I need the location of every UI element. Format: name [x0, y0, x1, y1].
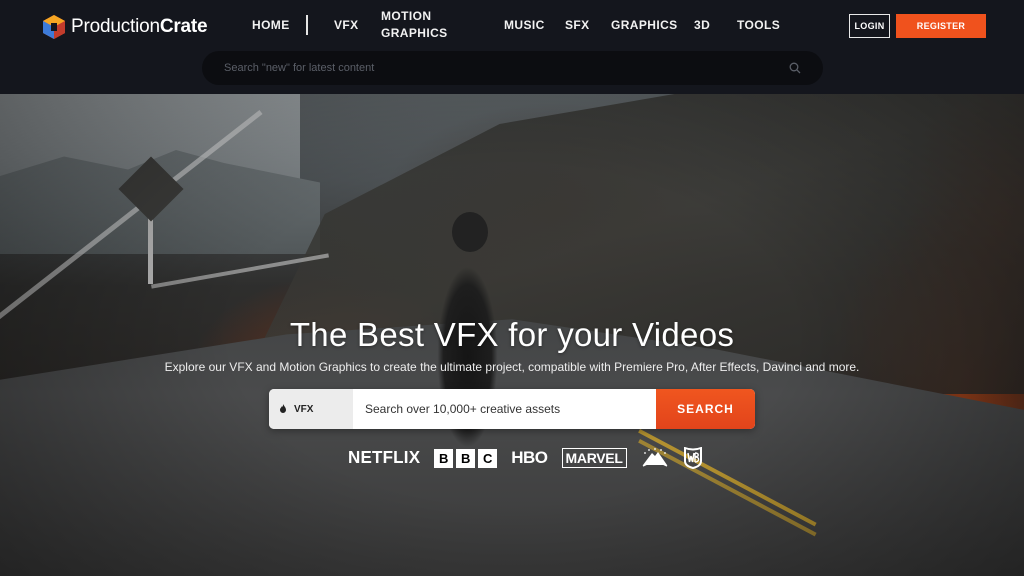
nav-music[interactable]: MUSIC: [504, 17, 545, 34]
logo-text: ProductionCrate: [71, 16, 208, 38]
productioncrate-logo-icon: [43, 15, 65, 39]
hero-subtitle: Explore our VFX and Motion Graphics to c…: [164, 360, 860, 374]
hero-search-input[interactable]: [353, 389, 656, 429]
category-select-value: VFX: [294, 403, 314, 415]
bbc-letter-b2: B: [456, 448, 476, 468]
hero-section: The Best VFX for your Videos Explore our…: [0, 94, 1024, 576]
header-search-bar: [202, 51, 823, 85]
hero-search-bar: VFX SEARCH: [269, 389, 755, 429]
login-button[interactable]: LOGIN: [849, 14, 890, 38]
nav-motion-graphics-line1: MOTION: [381, 9, 432, 23]
hero-title: The Best VFX for your Videos: [289, 316, 735, 353]
nav-tools[interactable]: TOOLS: [737, 17, 780, 34]
nav-vfx[interactable]: VFX: [334, 17, 359, 34]
category-select[interactable]: VFX: [269, 389, 353, 429]
bbc-letter-c: C: [478, 448, 498, 468]
nav-motion-graphics-line2: GRAPHICS: [381, 26, 448, 40]
register-button[interactable]: REGISTER: [896, 14, 986, 38]
logo[interactable]: ProductionCrate: [43, 15, 208, 39]
marvel-logo: MARVEL: [561, 448, 627, 468]
bbc-letter-b1: B: [434, 448, 454, 468]
paramount-logo-icon: [642, 448, 667, 467]
search-icon[interactable]: [789, 62, 801, 74]
brand-logos: NETFLIX B B C HBO MARVEL: [348, 446, 703, 470]
warner-bros-logo-icon: [683, 447, 702, 469]
netflix-logo: NETFLIX: [348, 447, 421, 468]
hbo-logo: HBO: [511, 448, 548, 467]
header-search-input[interactable]: [224, 62, 789, 74]
nav-sfx[interactable]: SFX: [565, 17, 590, 34]
nav-3d[interactable]: 3D: [694, 17, 710, 34]
flame-icon: [280, 404, 286, 413]
search-button[interactable]: SEARCH: [656, 389, 755, 429]
nav-divider: [306, 15, 308, 35]
site-header: ProductionCrate HOME VFX MOTION GRAPHICS…: [0, 0, 1024, 94]
nav-motion-graphics[interactable]: MOTION GRAPHICS: [381, 8, 448, 42]
logo-text-crate: Crate: [159, 16, 208, 37]
bbc-logo: B B C: [434, 448, 498, 468]
nav-home[interactable]: HOME: [252, 17, 290, 34]
nav-graphics[interactable]: GRAPHICS: [611, 17, 678, 34]
logo-text-production: Production: [71, 16, 160, 37]
